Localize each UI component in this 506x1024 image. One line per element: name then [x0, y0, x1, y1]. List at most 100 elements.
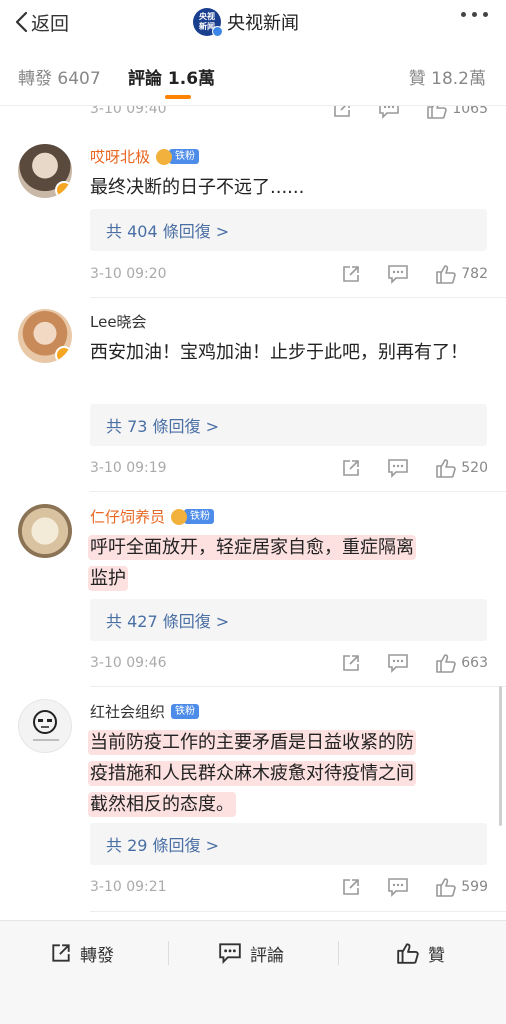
scrollbar[interactable]: [499, 686, 502, 826]
comment-meta: 3-10 09:20 782: [90, 263, 488, 285]
comment-time: 3-10 09:46: [90, 655, 167, 671]
reply-count-link[interactable]: 共 427 條回復 >: [90, 599, 487, 641]
comment-meta: 3-10 09:40 1065: [90, 106, 488, 120]
cctv-news-logo[interactable]: 央视 新闻: [193, 8, 223, 37]
comment-list[interactable]: 3-10 09:40 1065 哎呀北极 铁粉 最终决断的日子不远了......…: [0, 106, 506, 920]
reply-count-link[interactable]: 共 29 條回復 >: [90, 823, 487, 865]
top-nav-bar: 返回 央视 新闻 央视新闻: [0, 0, 506, 46]
comment-label: 評論: [250, 945, 284, 966]
like-count: 520: [461, 460, 488, 476]
comment-text: 西安加油！宝鸡加油！止步于此吧，别再有了！: [90, 337, 490, 368]
fan-badge: 铁粉: [171, 704, 200, 719]
divider: [90, 911, 506, 912]
comment-time: 3-10 09:21: [90, 879, 167, 895]
comment-meta: 3-10 09:19 520: [90, 457, 488, 479]
repost-button[interactable]: 轉發: [50, 941, 114, 966]
thumbs-up-icon: [427, 106, 448, 119]
interaction-tabs: 轉發 6407 評論 1.6萬 贊 18.2萬: [0, 46, 506, 106]
share-icon[interactable]: [341, 877, 361, 897]
comment-icon: [219, 943, 241, 964]
verified-icon: [212, 26, 223, 37]
like-count: 1065: [452, 106, 488, 117]
like-count: 782: [461, 266, 488, 282]
like-button[interactable]: 520: [435, 458, 488, 478]
avatar[interactable]: [18, 504, 72, 558]
tab-comment[interactable]: 評論 1.6萬: [128, 64, 215, 89]
more-options-icon[interactable]: [461, 12, 488, 17]
comment-text-line: 呼吁全面放开，轻症居家自愈，重症隔离: [90, 537, 414, 558]
tab-like[interactable]: 贊 18.2萬: [409, 64, 486, 89]
comment-text-line: 西安加油！宝鸡加油！止步于此吧，别再有了！: [90, 342, 468, 363]
reply-icon[interactable]: [387, 877, 409, 897]
share-icon: [52, 944, 70, 962]
like-button[interactable]: 1065: [426, 106, 488, 119]
avatar[interactable]: [18, 309, 72, 363]
like-count: 599: [461, 879, 488, 895]
comment-time: 3-10 09:19: [90, 460, 167, 476]
active-tab-indicator: [165, 95, 191, 99]
comment-username[interactable]: Lee晓会: [90, 311, 147, 332]
fan-badge-label: 铁粉: [171, 704, 200, 719]
share-icon[interactable]: [341, 264, 361, 284]
comment-text: 最终决断的日子不远了......: [90, 172, 490, 203]
thumbs-up-icon: [436, 265, 457, 284]
cartoon-face-icon: [33, 710, 59, 741]
repost-label: 轉發: [80, 945, 114, 966]
reply-count-link[interactable]: 共 73 條回復 >: [90, 404, 487, 446]
verified-badge-icon: [55, 181, 72, 198]
comment-text-line: 最终决断的日子不远了......: [90, 177, 305, 198]
comment-time: 3-10 09:40: [90, 106, 167, 117]
comment-text: 当前防疫工作的主要矛盾是日益收紧的防 疫措施和人民群众麻木疲惫对待疫情之间 截然…: [90, 727, 490, 820]
back-button[interactable]: 返回: [14, 8, 69, 36]
comment-username[interactable]: 红社会组织 铁粉: [90, 701, 200, 722]
like-button[interactable]: 663: [435, 653, 488, 673]
crown-icon: [171, 508, 188, 525]
like-label: 贊: [428, 945, 445, 966]
comment-username[interactable]: 哎呀北极 铁粉: [90, 146, 200, 167]
like-button[interactable]: 599: [435, 877, 488, 897]
like-button[interactable]: 782: [435, 264, 488, 284]
share-icon[interactable]: [341, 653, 361, 673]
back-label: 返回: [31, 12, 70, 35]
comment-text-line: 截然相反的态度。: [90, 794, 234, 815]
chevron-left-icon: [15, 11, 28, 33]
comment-button[interactable]: 評論: [218, 941, 284, 966]
thumbs-up-icon: [436, 878, 457, 897]
comment-meta: 3-10 09:46 663: [90, 652, 488, 674]
tab-repost[interactable]: 轉發 6407: [18, 64, 101, 89]
fan-badge: 铁粉: [171, 508, 215, 525]
username-text: 红社会组织: [90, 703, 166, 721]
username-text: 仁仔饲养员: [90, 508, 166, 526]
reply-icon[interactable]: [387, 458, 409, 478]
comment-meta: 3-10 09:21 599: [90, 876, 488, 898]
thumbs-up-icon: [436, 654, 457, 673]
reply-icon[interactable]: [387, 653, 409, 673]
comment-text-line: 监护: [90, 568, 126, 589]
crown-icon: [156, 148, 173, 165]
comment-text-line: 疫措施和人民群众麻木疲惫对待疫情之间: [90, 763, 414, 784]
avatar[interactable]: [18, 144, 72, 198]
bottom-action-bar: 轉發 評論 贊: [0, 920, 506, 1024]
divider: [90, 491, 506, 492]
comment-username[interactable]: 仁仔饲养员 铁粉: [90, 506, 215, 527]
thumbs-up-icon: [436, 459, 457, 478]
avatar[interactable]: [18, 699, 72, 753]
fan-badge: 铁粉: [156, 148, 200, 165]
divider: [90, 686, 506, 687]
reply-count-link[interactable]: 共 404 條回復 >: [90, 209, 487, 251]
share-icon[interactable]: [332, 106, 352, 119]
username-text: Lee晓会: [90, 313, 147, 331]
verified-badge-icon: [55, 346, 72, 363]
comment-text: 呼吁全面放开，轻症居家自愈，重症隔离 监护: [90, 532, 490, 594]
logo-text-top: 央视: [199, 12, 215, 21]
reply-icon[interactable]: [387, 264, 409, 284]
divider: [168, 941, 169, 965]
reply-icon[interactable]: [378, 106, 400, 119]
like-count: 663: [461, 655, 488, 671]
divider: [338, 941, 339, 965]
divider: [90, 297, 506, 298]
like-button[interactable]: 贊: [396, 941, 445, 966]
fan-badge-label: 铁粉: [184, 509, 215, 524]
share-icon[interactable]: [341, 458, 361, 478]
comment-time: 3-10 09:20: [90, 266, 167, 282]
